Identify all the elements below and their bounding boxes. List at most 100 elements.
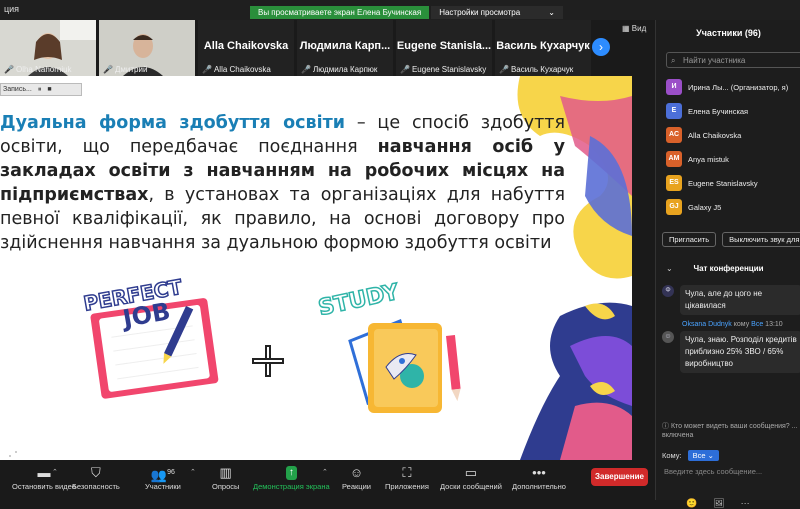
share-banner: Вы просматриваете экран Елена Бучинская … [250, 6, 563, 19]
mic-muted-icon: 🎤 [202, 65, 212, 74]
participant-list: И Ирина Лы... (Организатор, я) Е Елена Б… [666, 75, 800, 219]
message-meta: Oksana Dudnyk кому Все 13:10 [682, 321, 783, 328]
right-panel: Участники (96) ⌕ Найти участника И Ирина… [655, 20, 800, 508]
participant-name: Елена Бучинская [688, 106, 749, 116]
message-recipient: Все [751, 321, 764, 328]
pause-recording-icon[interactable]: ⏸ [38, 86, 42, 94]
security-button[interactable]: ⛉ Безопасность [72, 464, 120, 491]
view-options-label: Настройки просмотра [439, 8, 521, 17]
shared-screen: Дуальна форма здобуття освіти – це спосі… [0, 76, 632, 460]
video-tile[interactable]: Eugene Stanisla... 🎤 Eugene Stanislavsky [396, 20, 492, 76]
view-button-label: Вид [631, 24, 647, 33]
tile-name: 🎤 Eugene Stanislavsky [400, 65, 487, 74]
apps-button[interactable]: ⛶ Приложения [385, 464, 429, 491]
view-options-button[interactable]: Настройки просмотра ⌄ [431, 6, 563, 19]
bar-chart-icon: ▥ [219, 465, 232, 480]
reactions-button[interactable]: ☺ Реакции [342, 464, 371, 491]
recipient-select[interactable]: Все ⌄ [687, 450, 719, 461]
video-tile[interactable]: Людмила Карп... 🎤 Людмила Карпюк [297, 20, 393, 76]
message-text: Чула, але до цого не цікавилася [680, 285, 800, 315]
chat-message: Ф Чула, але до цого не цікавилася [662, 285, 800, 315]
mic-muted-icon: 🎤 [103, 65, 113, 74]
participant-item[interactable]: GJ Galaxy J5 [666, 195, 800, 219]
video-camera-icon: ▬ [37, 465, 51, 480]
participant-item[interactable]: И Ирина Лы... (Организатор, я) [666, 75, 800, 99]
mic-muted-icon: 🎤 [4, 65, 14, 74]
tile-name: 🎤 Дмитрий [103, 65, 148, 74]
recording-label: Запись... [3, 86, 32, 93]
grid-icon: ▦ [622, 24, 630, 33]
avatar: И [666, 79, 682, 95]
chevron-up-icon[interactable]: ⌃ [190, 468, 196, 476]
video-tile[interactable]: 🎤 Дмитрий [99, 20, 195, 76]
share-banner-message: Вы просматриваете экран Елена Бучинская [250, 6, 430, 19]
tile-display-name: Людмила Карп... [299, 40, 391, 52]
participant-actions: Пригласить Выключить звук для в [662, 232, 800, 247]
chat-messages: Ф Чула, але до цого не цікавилася Oksana… [662, 285, 800, 379]
tile-display-name: Василь Кухарчук [496, 40, 590, 52]
avatar: AM [666, 151, 682, 167]
more-button[interactable]: ••• Дополнительно [512, 464, 566, 491]
tile-name: 🎤 Alla Chaikovska [202, 65, 271, 74]
message-time: 13:10 [765, 321, 783, 328]
chat-input[interactable]: Введите здесь сообщение... [664, 467, 762, 476]
participant-name: Alla Chaikovska [688, 130, 742, 140]
avatar: AC [666, 127, 682, 143]
stop-recording-icon[interactable]: ■ [47, 86, 51, 93]
recipient-label: Кому: [662, 451, 682, 460]
chat-message: ☺ Чула, знаю. Розподіл кредитів приблизн… [662, 331, 800, 373]
tile-name: 🎤 Василь Кухарчук [499, 65, 574, 74]
info-icon: ⓘ [662, 423, 671, 430]
participants-button[interactable]: 👥96 Участники [145, 464, 181, 491]
participants-title: Участники (96) [696, 28, 761, 38]
search-icon: ⌕ [671, 56, 676, 65]
avatar: GJ [666, 199, 682, 215]
tile-name: 🎤 Olha Nahorniuk [4, 65, 72, 74]
recording-bar: Запись... ⏸ ■ [0, 83, 82, 96]
participant-item[interactable]: AC Alla Chaikovska [666, 123, 800, 147]
polls-button[interactable]: ▥ Опросы [212, 464, 239, 491]
people-icon: 👥96 [150, 467, 175, 483]
apps-icon: ⛶ [402, 465, 412, 480]
shield-icon: ⛉ [91, 465, 101, 480]
chevron-up-icon[interactable]: ⌃ [52, 468, 58, 476]
share-screen-icon: ↑ [285, 466, 297, 480]
video-tile[interactable]: 🎤 Olha Nahorniuk [0, 20, 96, 76]
participant-item[interactable]: Е Елена Бучинская [666, 99, 800, 123]
participant-name: Galaxy J5 [688, 202, 722, 212]
participant-name: Anya mistuk [688, 154, 729, 164]
avatar: ☺ [662, 331, 674, 343]
emoji-icon: ☺ [349, 465, 364, 480]
tile-display-name: Alla Chaikovska [203, 40, 289, 52]
chat-visibility-note[interactable]: ⓘ Кто может видеть ваши сообщения? ... в… [662, 422, 800, 440]
more-icon: ••• [532, 465, 546, 480]
next-page-button[interactable]: › [592, 38, 610, 56]
mute-all-button[interactable]: Выключить звук для в [722, 232, 800, 247]
message-sender[interactable]: Oksana Dudnyk [682, 321, 732, 328]
participant-item[interactable]: ES Eugene Stanislavsky [666, 171, 800, 195]
invite-button[interactable]: Пригласить [662, 232, 717, 247]
participant-name: Eugene Stanislavsky [688, 178, 758, 188]
participant-item[interactable]: AM Anya mistuk [666, 147, 800, 171]
view-button[interactable]: ▦ Вид [622, 24, 646, 33]
chevron-up-icon[interactable]: ⌃ [322, 468, 328, 476]
video-tile[interactable]: Василь Кухарчук 🎤 Василь Кухарчук [495, 20, 591, 76]
chevron-down-icon: ⌄ [548, 8, 555, 17]
slide-definition-text: Дуальна форма здобуття освіти – це спосі… [0, 113, 565, 253]
avatar: Ф [662, 285, 674, 297]
message-text: Чула, знаю. Розподіл кредитів приблизно … [680, 331, 800, 373]
slide-term: Дуальна форма здобуття освіти [0, 113, 346, 133]
avatar: ES [666, 175, 682, 191]
bottom-toolbar: ▬ Остановить видео ⌃ ⛉ Безопасность 👥96 … [0, 460, 655, 500]
video-tile[interactable]: Alla Chaikovska 🎤 Alla Chaikovska [198, 20, 294, 76]
chevron-down-icon: ⌄ [707, 451, 714, 460]
mic-muted-icon: 🎤 [499, 65, 509, 74]
whiteboards-button[interactable]: ▭ Доски сообщений [440, 464, 502, 491]
participant-count-badge: 96 [167, 469, 175, 476]
share-screen-button[interactable]: ↑ Демонстрация экрана [253, 464, 330, 491]
tile-name: 🎤 Людмила Карпюк [301, 65, 378, 74]
end-meeting-button[interactable]: Завершение [591, 468, 648, 486]
whiteboard-icon: ▭ [464, 465, 478, 480]
participant-search-input[interactable]: ⌕ Найти участника [666, 52, 800, 68]
stop-video-button[interactable]: ▬ Остановить видео [12, 464, 76, 491]
